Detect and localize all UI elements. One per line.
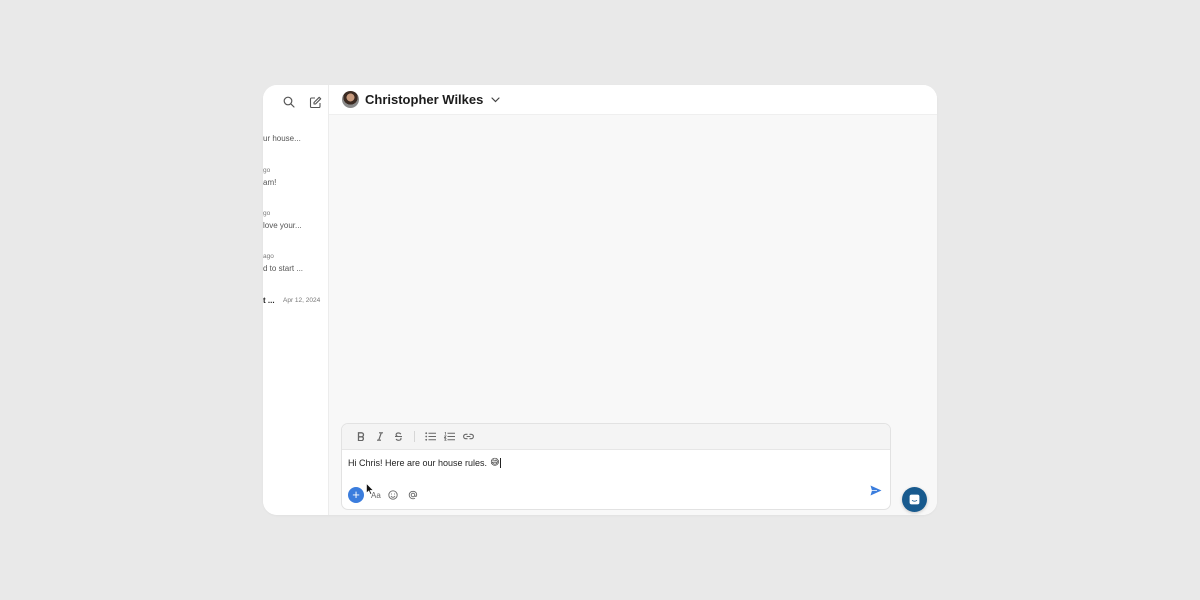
contact-menu-button[interactable]	[491, 96, 500, 103]
search-button[interactable]	[280, 93, 298, 111]
chat-icon	[909, 494, 920, 505]
link-icon	[463, 433, 474, 440]
contact-name[interactable]: Christopher Wilkes	[365, 92, 483, 107]
chat-launcher-button[interactable]	[902, 487, 927, 512]
avatar[interactable]	[342, 91, 359, 108]
conversation-item[interactable]: go am!	[263, 167, 328, 191]
text-caret	[500, 457, 502, 468]
message-input[interactable]: Hi Chris! Here are our house rules. 😅	[348, 457, 502, 468]
conversation-header: Christopher Wilkes	[329, 85, 937, 115]
conversation-item[interactable]: ur house...	[263, 134, 328, 158]
conversation-preview: d to start ...	[263, 264, 304, 273]
conversation-preview: am!	[263, 178, 277, 187]
message-text: Hi Chris! Here are our house rules.	[348, 457, 488, 468]
send-icon	[870, 485, 882, 496]
italic-button[interactable]	[370, 428, 389, 446]
conversation-pane: Christopher Wilkes Hi Chris! Here are ou…	[329, 85, 937, 515]
sidebar-toolbar	[280, 93, 324, 111]
send-button[interactable]	[870, 483, 882, 501]
formatting-toolbar	[342, 424, 890, 450]
mouse-cursor-icon	[366, 483, 374, 495]
plus-icon: +	[352, 487, 360, 502]
conversation-time: go	[263, 210, 271, 217]
emoji-icon	[388, 490, 398, 500]
conversation-preview: love your...	[263, 221, 302, 230]
strikethrough-icon	[395, 432, 402, 441]
numbered-list-icon	[444, 432, 455, 441]
conversation-sidebar: ur house... go am! go love your... ago d…	[263, 85, 329, 515]
conversation-item[interactable]: go love your...	[263, 210, 328, 234]
conversation-date: Apr 12, 2024	[283, 297, 321, 304]
compose-icon	[309, 96, 321, 108]
bold-button[interactable]	[351, 428, 370, 446]
chevron-down-icon	[491, 96, 500, 102]
italic-icon	[376, 432, 383, 441]
conversation-time: go	[263, 167, 271, 174]
emoji-character: 😅	[490, 457, 500, 467]
conversation-time: ago	[263, 253, 274, 260]
mention-button[interactable]	[405, 487, 421, 503]
composer-actions: + Aa	[348, 487, 421, 503]
bullet-list-button[interactable]	[421, 428, 440, 446]
add-attachment-button[interactable]: +	[348, 487, 364, 503]
emoji-button[interactable]	[385, 487, 401, 503]
bold-icon	[357, 432, 364, 441]
conversation-preview: ur house...	[263, 134, 301, 143]
mention-icon	[408, 490, 417, 500]
messaging-window: ur house... go am! go love your... ago d…	[263, 85, 937, 515]
bullet-list-icon	[425, 432, 436, 441]
compose-button[interactable]	[306, 93, 324, 111]
strikethrough-button[interactable]	[389, 428, 408, 446]
numbered-list-button[interactable]	[440, 428, 459, 446]
conversation-item[interactable]: ago d to start ...	[263, 253, 328, 277]
conversation-name: t ...	[263, 296, 275, 305]
message-composer: Hi Chris! Here are our house rules. 😅 + …	[341, 423, 891, 510]
link-button[interactable]	[459, 428, 478, 446]
search-icon	[283, 96, 295, 108]
toolbar-divider	[414, 431, 415, 442]
